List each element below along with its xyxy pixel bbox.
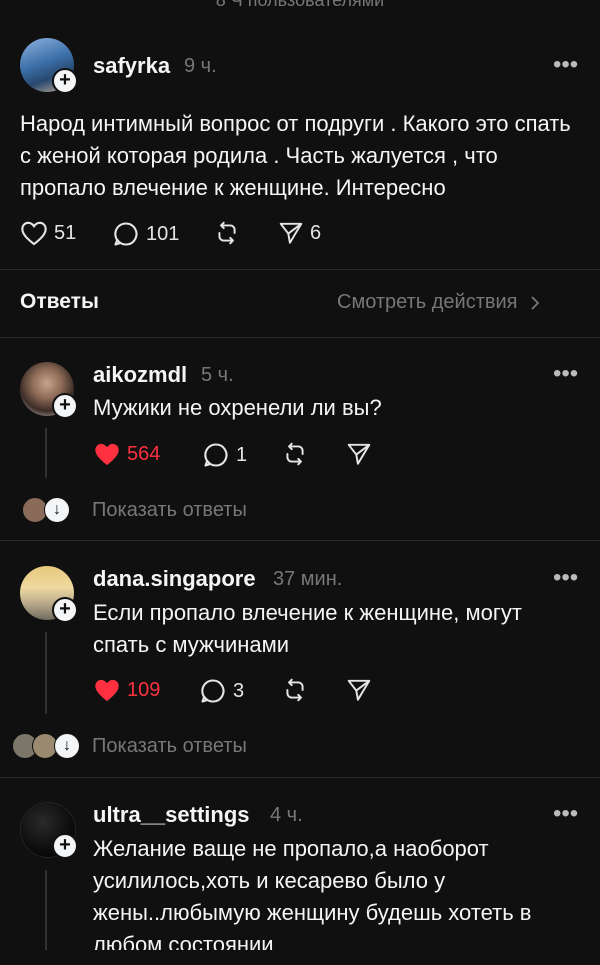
bottom-fade xyxy=(0,950,600,965)
share-count: 6 xyxy=(310,221,322,244)
heart-filled-icon xyxy=(95,443,119,466)
view-activity-link[interactable]: Смотреть действия xyxy=(337,291,542,314)
arrow-down-icon: ↓ xyxy=(54,733,80,759)
follow-plus-icon[interactable]: + xyxy=(52,833,78,859)
repost-icon xyxy=(218,221,236,245)
share-button[interactable]: 6 xyxy=(278,220,321,246)
arrow-down-icon: ↓ xyxy=(44,497,70,523)
like-button[interactable]: 109 xyxy=(93,677,160,703)
comment-button[interactable]: 101 xyxy=(112,220,179,248)
thread-line xyxy=(45,632,47,714)
like-button[interactable]: 51 xyxy=(20,220,76,246)
post-username[interactable]: safyrka xyxy=(93,53,170,79)
send-icon xyxy=(347,679,371,701)
repost-icon xyxy=(286,442,304,466)
view-activity-label: Смотреть действия xyxy=(337,291,518,313)
top-cut-text: 8 Ч пользователями xyxy=(215,0,385,10)
comment-icon xyxy=(114,222,138,246)
reply-username[interactable]: aikozmdl xyxy=(93,362,187,388)
reply-text: Желание ваще не пропало,а наоборот усили… xyxy=(93,836,532,951)
repost-button[interactable] xyxy=(214,220,240,246)
comment-icon xyxy=(201,679,225,703)
comment-count: 3 xyxy=(233,679,245,702)
reply-time: 37 мин. xyxy=(273,568,343,590)
comment-button[interactable]: 3 xyxy=(199,677,244,705)
show-replies-link[interactable]: Показать ответы xyxy=(92,499,247,522)
comment-button[interactable]: 1 xyxy=(202,441,247,469)
comment-icon xyxy=(204,443,228,467)
like-count: 564 xyxy=(127,442,161,465)
reply-text: Если пропало влечение к женщине, могут с… xyxy=(93,600,522,657)
reply-time: 4 ч. xyxy=(270,804,303,826)
repost-button[interactable] xyxy=(282,441,308,467)
more-options-icon[interactable]: ••• xyxy=(553,53,578,77)
reply-username[interactable]: ultra__settings xyxy=(93,802,250,828)
post-time: 9 ч. xyxy=(184,55,217,77)
divider xyxy=(0,777,600,778)
follow-plus-icon[interactable]: + xyxy=(52,68,78,94)
reply-username[interactable]: dana.singapore xyxy=(93,566,256,592)
reply-text: Мужики не охренели ли вы? xyxy=(93,395,382,420)
like-count: 109 xyxy=(127,678,161,701)
send-icon xyxy=(279,222,303,244)
share-button[interactable] xyxy=(346,441,372,467)
divider xyxy=(0,540,600,541)
heart-icon xyxy=(21,221,47,246)
heart-filled-icon xyxy=(95,679,119,702)
repost-icon xyxy=(286,678,304,702)
divider xyxy=(0,337,600,338)
repost-button[interactable] xyxy=(282,677,308,703)
replier-avatars[interactable]: ↓ xyxy=(12,733,82,759)
more-options-icon[interactable]: ••• xyxy=(553,566,578,590)
follow-plus-icon[interactable]: + xyxy=(52,597,78,623)
share-button[interactable] xyxy=(346,677,372,703)
more-options-icon[interactable]: ••• xyxy=(553,802,578,826)
like-count: 51 xyxy=(54,221,77,244)
send-icon xyxy=(347,443,371,465)
reply-time: 5 ч. xyxy=(201,364,234,386)
chevron-right-icon xyxy=(530,295,539,310)
more-options-icon[interactable]: ••• xyxy=(553,362,578,386)
post-text: Народ интимный вопрос от подруги . Каког… xyxy=(20,111,571,200)
replies-title: Ответы xyxy=(20,290,99,313)
show-replies-link[interactable]: Показать ответы xyxy=(92,735,247,758)
comment-count: 1 xyxy=(236,443,248,466)
replier-avatars[interactable]: ↓ xyxy=(22,497,72,523)
follow-plus-icon[interactable]: + xyxy=(52,393,78,419)
comment-count: 101 xyxy=(146,222,180,245)
divider xyxy=(0,269,600,270)
like-button[interactable]: 564 xyxy=(93,441,160,467)
thread-line xyxy=(45,428,47,478)
